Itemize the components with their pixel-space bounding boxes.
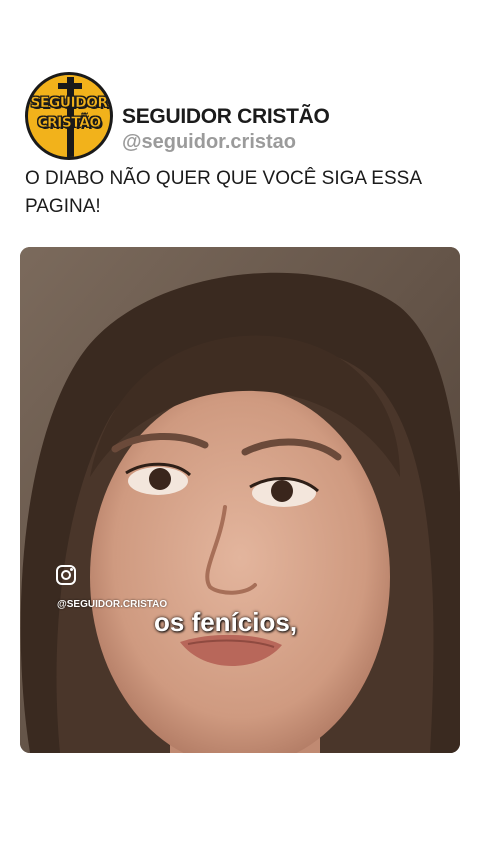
profile-handle[interactable]: @seguidor.cristao	[122, 131, 296, 154]
post-card: SEGUIDOR CRISTÃO SEGUIDOR CRISTÃO @segui…	[0, 0, 480, 854]
profile-name[interactable]: SEGUIDOR CRISTÃO	[122, 105, 330, 129]
post-caption: O DIABO NÃO QUER QUE VOCÊ SIGA ESSA PAGI…	[25, 168, 421, 217]
instagram-icon	[56, 565, 76, 585]
video-subtitle: os fenícios,	[154, 607, 298, 637]
profile-logo[interactable]: SEGUIDOR CRISTÃO	[25, 72, 113, 160]
watermark-handle: @SEGUIDOR.CRISTAO	[57, 599, 168, 610]
video-still	[20, 247, 460, 753]
logo-text-line2: CRISTÃO	[37, 115, 101, 132]
logo-text-line1: SEGUIDOR	[30, 95, 108, 112]
video-frame[interactable]: @SEGUIDOR.CRISTAO os fenícios,	[20, 247, 460, 753]
